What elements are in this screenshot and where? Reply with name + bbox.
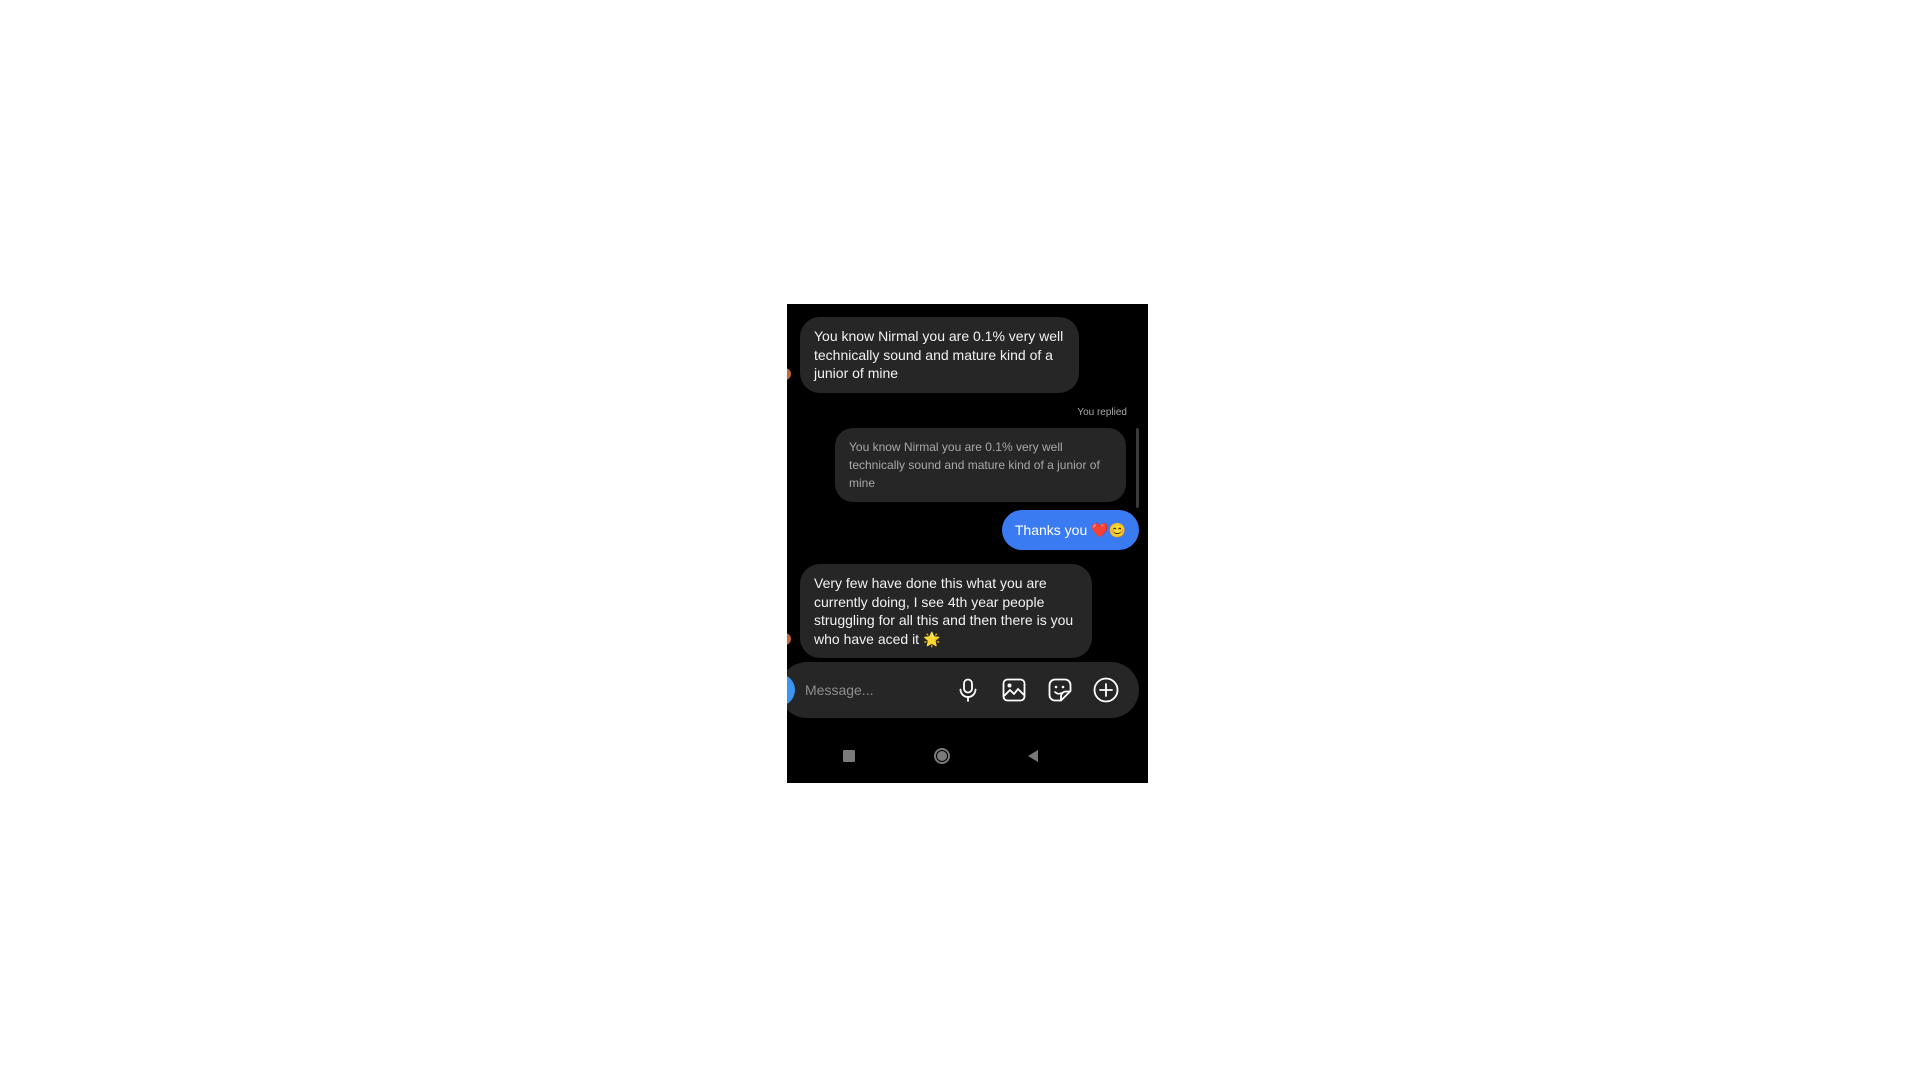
- reply-label: You replied: [1077, 407, 1127, 418]
- chat-screen: You know Nirmal you are 0.1% very well t…: [787, 304, 1148, 783]
- plus-circle-icon[interactable]: [1093, 677, 1119, 703]
- outgoing-message-bubble[interactable]: Thanks you ❤️😊: [1001, 510, 1139, 550]
- sender-avatar[interactable]: [787, 633, 791, 645]
- quote-indicator-bar: [1136, 428, 1139, 508]
- recents-square-icon[interactable]: [837, 744, 861, 768]
- quoted-message[interactable]: You know Nirmal you are 0.1% very well t…: [835, 428, 1126, 502]
- camera-button[interactable]: [787, 674, 795, 706]
- incoming-message-bubble[interactable]: Very few have done this what you are cur…: [800, 564, 1092, 658]
- message-input[interactable]: Message...: [805, 662, 873, 718]
- sticker-icon[interactable]: [1047, 677, 1073, 703]
- image-icon[interactable]: [1001, 677, 1027, 703]
- back-triangle-icon[interactable]: [1021, 744, 1045, 768]
- incoming-message-bubble[interactable]: You know Nirmal you are 0.1% very well t…: [800, 317, 1079, 393]
- home-circle-icon[interactable]: [930, 744, 954, 768]
- system-navigation-bar: [787, 734, 1148, 783]
- sender-avatar[interactable]: [787, 368, 791, 380]
- microphone-icon[interactable]: [955, 677, 981, 703]
- message-composer: Message...: [787, 662, 1139, 718]
